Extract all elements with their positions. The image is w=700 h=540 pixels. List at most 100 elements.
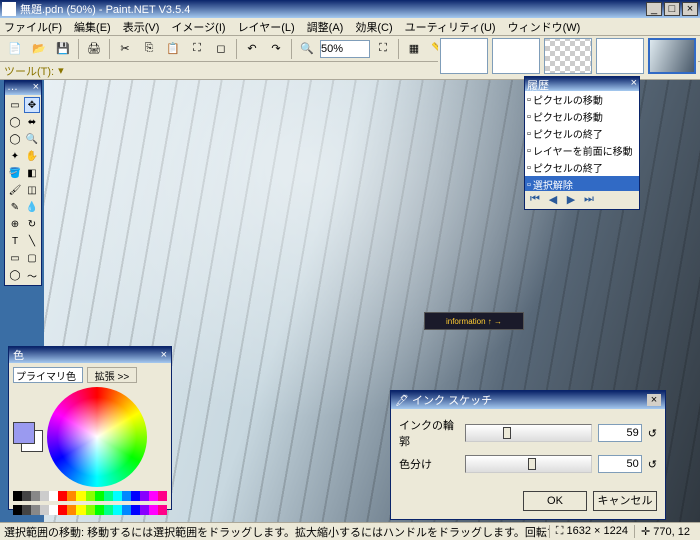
menu-image[interactable]: イメージ(I): [171, 19, 225, 35]
menu-layer[interactable]: レイヤー(L): [238, 19, 295, 35]
tool-pencil[interactable]: ✎: [7, 199, 23, 215]
maximize-button[interactable]: □: [664, 2, 680, 16]
grid-icon[interactable]: ▦: [403, 38, 425, 60]
tool-ellipse-select[interactable]: ◯: [7, 131, 23, 147]
palette-swatch[interactable]: [140, 491, 149, 501]
palette-swatch[interactable]: [149, 505, 158, 515]
palette-swatch[interactable]: [58, 505, 67, 515]
thumb-1[interactable]: [440, 38, 488, 74]
tool-wand[interactable]: ✦: [7, 148, 23, 164]
tool-lasso[interactable]: ◯: [7, 114, 23, 130]
palette-swatch[interactable]: [58, 491, 67, 501]
zoom-fit-icon[interactable]: ⛶: [372, 38, 394, 60]
tool-eraser[interactable]: ◫: [24, 182, 40, 198]
cut-icon[interactable]: ✂: [114, 38, 136, 60]
param1-reset-icon[interactable]: ↺: [648, 427, 657, 440]
menu-window[interactable]: ウィンドウ(W): [508, 19, 581, 35]
print-icon[interactable]: 🖨: [83, 38, 105, 60]
palette-swatch[interactable]: [31, 491, 40, 501]
tool-move-pixels[interactable]: ⬌: [24, 114, 40, 130]
color-expand-button[interactable]: 拡張 >>: [87, 367, 137, 383]
dialog-close-icon[interactable]: ×: [647, 394, 661, 406]
undo-icon[interactable]: ↶: [241, 38, 263, 60]
history-item[interactable]: ▫ピクセルの終了: [525, 125, 639, 142]
palette-swatch[interactable]: [40, 491, 49, 501]
history-undo-icon[interactable]: ◀: [545, 193, 561, 207]
tool-recolor[interactable]: ↻: [24, 216, 40, 232]
primary-color-swatch[interactable]: [13, 422, 35, 444]
palette-swatch[interactable]: [104, 491, 113, 501]
palette-swatch[interactable]: [76, 491, 85, 501]
tool-picker[interactable]: 💧: [24, 199, 40, 215]
palette-swatch[interactable]: [140, 505, 149, 515]
menu-view[interactable]: 表示(V): [123, 19, 160, 35]
thumb-5-selected[interactable]: [648, 38, 696, 74]
zoom-icon[interactable]: 🔍: [296, 38, 318, 60]
crop-icon[interactable]: ⛶: [186, 38, 208, 60]
paste-icon[interactable]: 📋: [162, 38, 184, 60]
palette-swatch[interactable]: [95, 505, 104, 515]
zoom-select[interactable]: [320, 40, 370, 58]
colors-titlebar[interactable]: 色×: [9, 347, 171, 363]
tool-fill[interactable]: 🪣: [7, 165, 23, 181]
history-rewind-icon[interactable]: ⏮: [527, 193, 543, 207]
close-button[interactable]: ×: [682, 2, 698, 16]
tool-rect[interactable]: ▭: [7, 250, 23, 266]
tool-rounded[interactable]: ▢: [24, 250, 40, 266]
color-mode-select[interactable]: プライマリ色: [13, 367, 83, 383]
history-item[interactable]: ▫ピクセルの移動: [525, 91, 639, 108]
palette-swatch[interactable]: [95, 491, 104, 501]
history-item[interactable]: ▫ピクセルの終了: [525, 159, 639, 176]
param2-input[interactable]: [598, 455, 642, 473]
tool-line[interactable]: ╲: [24, 233, 40, 249]
menu-edit[interactable]: 編集(E): [74, 19, 111, 35]
history-titlebar[interactable]: 履歴×: [525, 77, 639, 91]
color-wheel[interactable]: [47, 387, 147, 487]
param2-reset-icon[interactable]: ↺: [648, 458, 657, 471]
palette-swatch[interactable]: [13, 491, 22, 501]
menu-file[interactable]: ファイル(F): [4, 19, 62, 35]
tool-move[interactable]: ✥: [24, 97, 40, 113]
param1-input[interactable]: [598, 424, 642, 442]
palette-swatch[interactable]: [149, 491, 158, 501]
palette-swatch[interactable]: [122, 491, 131, 501]
deselect-icon[interactable]: ◻: [210, 38, 232, 60]
history-list[interactable]: ▫ピクセルの移動▫ピクセルの移動▫ピクセルの終了▫レイヤーを前面に移動▫ピクセル…: [525, 91, 639, 191]
menu-utility[interactable]: ユーティリティ(U): [405, 19, 496, 35]
palette-swatch[interactable]: [122, 505, 131, 515]
palette-swatch[interactable]: [22, 491, 31, 501]
palette-swatch[interactable]: [76, 505, 85, 515]
palette-swatch[interactable]: [104, 505, 113, 515]
save-icon[interactable]: 💾: [52, 38, 74, 60]
tool-clone[interactable]: ⊕: [7, 216, 23, 232]
param2-slider[interactable]: [465, 455, 592, 473]
palette-swatch[interactable]: [67, 505, 76, 515]
tool-freeform[interactable]: ～: [24, 267, 40, 283]
palette-swatch[interactable]: [113, 505, 122, 515]
history-redo-icon[interactable]: ▶: [563, 193, 579, 207]
tool-text[interactable]: T: [7, 233, 23, 249]
palette-swatch[interactable]: [22, 505, 31, 515]
history-item[interactable]: ▫レイヤーを前面に移動: [525, 142, 639, 159]
param1-slider[interactable]: [465, 424, 592, 442]
palette-swatch[interactable]: [131, 505, 140, 515]
minimize-button[interactable]: _: [646, 2, 662, 16]
palette-swatch[interactable]: [86, 491, 95, 501]
palette-swatch[interactable]: [131, 491, 140, 501]
history-close-icon[interactable]: ×: [631, 77, 637, 91]
tool-dropdown-icon[interactable]: ▾: [58, 64, 64, 77]
palette-swatch[interactable]: [158, 491, 167, 501]
menu-effect[interactable]: 効果(C): [355, 19, 392, 35]
dialog-titlebar[interactable]: 🖊 インク スケッチ ×: [391, 391, 665, 409]
history-ffwd-icon[interactable]: ⏭: [581, 193, 597, 207]
palette-swatch[interactable]: [86, 505, 95, 515]
palette-swatch[interactable]: [49, 491, 58, 501]
palette-swatch[interactable]: [31, 505, 40, 515]
color-palette-2[interactable]: [13, 505, 167, 515]
palette-swatch[interactable]: [49, 505, 58, 515]
ok-button[interactable]: OK: [523, 491, 587, 511]
tool-brush[interactable]: 🖌: [7, 182, 23, 198]
history-item[interactable]: ▫ピクセルの移動: [525, 108, 639, 125]
history-item[interactable]: ▫選択解除: [525, 176, 639, 191]
tool-ellipse[interactable]: ◯: [7, 267, 23, 283]
